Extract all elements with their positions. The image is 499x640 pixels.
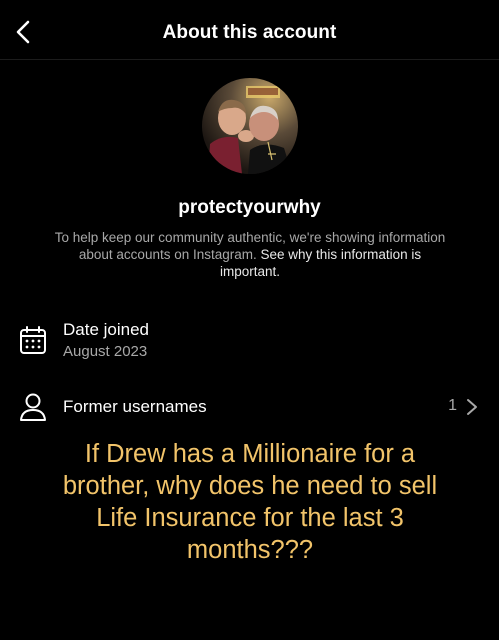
- person-icon: [20, 393, 46, 421]
- former-usernames-row[interactable]: Former usernames 1: [0, 388, 499, 428]
- former-usernames-count: 1: [448, 397, 457, 414]
- about-account-screen: About this account protectyourwhy To hel…: [0, 0, 499, 640]
- date-joined-value: August 2023: [63, 343, 148, 360]
- top-bar: About this account: [0, 0, 499, 60]
- account-username: protectyourwhy: [178, 197, 321, 218]
- overlay-caption: If Drew has a Millionaire for a brother,…: [62, 440, 438, 564]
- former-usernames-label: Former usernames: [63, 397, 207, 416]
- profile-avatar: [202, 78, 298, 174]
- account-info-description: To help keep our community authentic, we…: [52, 229, 448, 280]
- calendar-icon: [20, 326, 46, 354]
- chevron-right-icon: [467, 399, 477, 415]
- date-joined-row: Date joined August 2023: [0, 318, 499, 368]
- page-title: About this account: [162, 22, 337, 43]
- date-joined-label: Date joined: [63, 320, 150, 339]
